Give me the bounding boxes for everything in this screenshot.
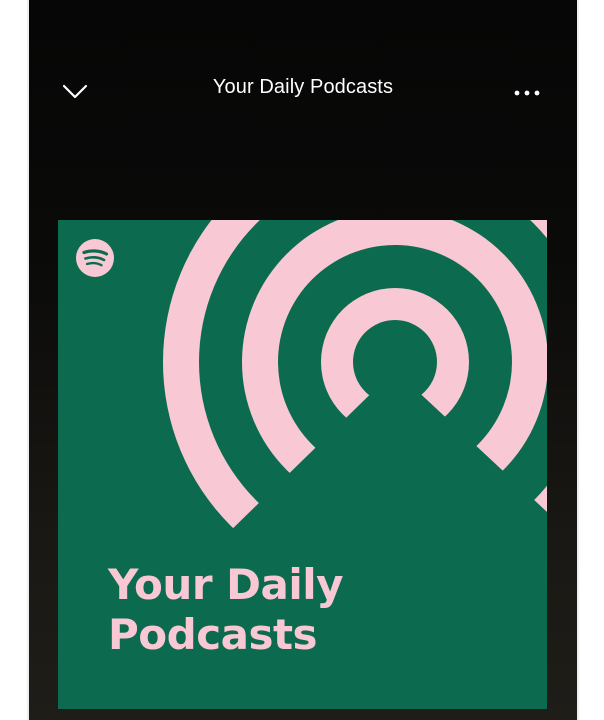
cover-title-line-2: Podcasts bbox=[108, 610, 318, 659]
frame-edge-right bbox=[577, 0, 579, 720]
page-title: Your Daily Podcasts bbox=[212, 76, 394, 98]
player-header: Your Daily Podcasts bbox=[29, 62, 577, 118]
cover-title-line-1: Your Daily bbox=[108, 560, 344, 609]
spotify-icon bbox=[76, 239, 114, 277]
more-options-icon[interactable] bbox=[513, 82, 545, 102]
now-playing-screen: Your Daily Podcasts Your Daily Podcasts bbox=[29, 0, 577, 720]
phone-frame: Your Daily Podcasts Your Daily Podcasts bbox=[0, 0, 604, 720]
cover-title: Your Daily Podcasts bbox=[108, 560, 528, 660]
album-cover: Your Daily Podcasts bbox=[58, 220, 547, 709]
